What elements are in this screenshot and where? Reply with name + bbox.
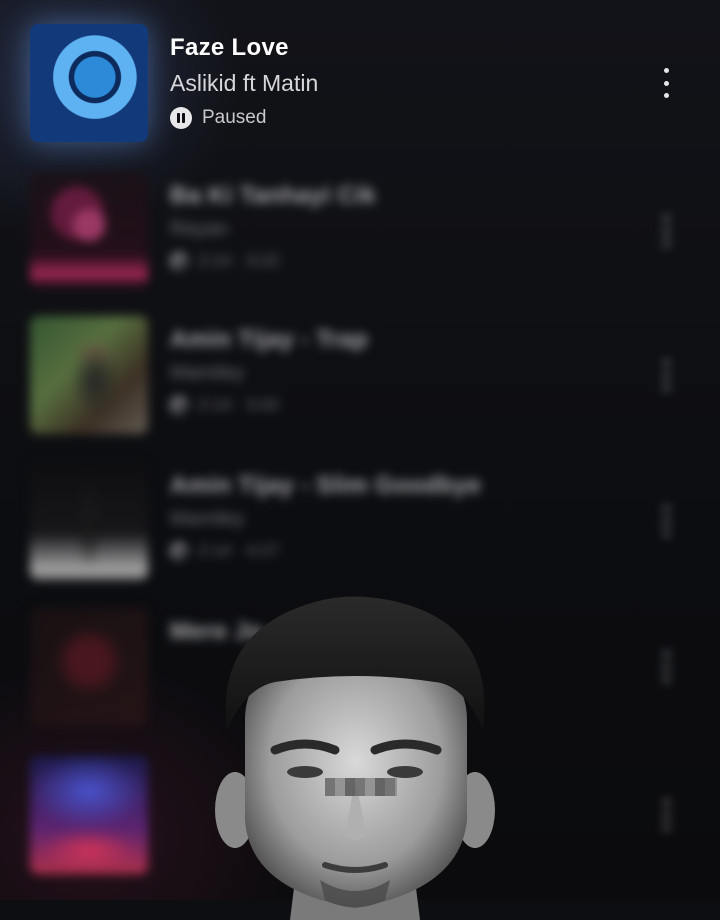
album-cover[interactable] bbox=[30, 316, 148, 434]
album-cover[interactable] bbox=[30, 24, 148, 142]
album-cover[interactable] bbox=[30, 172, 148, 290]
track-artist: Mamiley bbox=[170, 362, 245, 384]
more-vertical-icon[interactable] bbox=[662, 652, 670, 682]
album-cover[interactable] bbox=[30, 608, 148, 726]
track-meta: 2:14 · 3:42 bbox=[170, 395, 368, 415]
more-vertical-icon[interactable] bbox=[662, 68, 670, 98]
play-icon bbox=[170, 252, 188, 270]
play-icon bbox=[170, 542, 188, 560]
track-meta-text: 2:14 · 3:22 bbox=[198, 251, 280, 270]
track-artist: Reyan bbox=[170, 218, 228, 240]
album-cover[interactable] bbox=[30, 462, 148, 580]
track-meta-text: 2:14 · 4:27 bbox=[198, 541, 280, 560]
list-item[interactable]: Amin Tijay - Trap Mamiley 2:14 · 3:42 bbox=[30, 316, 690, 434]
track-title: Amin Tijay - Slim Goodbye bbox=[170, 472, 482, 499]
track-title: Amin Tijay - Trap bbox=[170, 326, 369, 353]
track-artist: Mamiley bbox=[170, 508, 245, 530]
list-item[interactable]: Amin Tijay - Slim Goodbye Mamiley 2:14 ·… bbox=[30, 462, 690, 580]
now-playing-item[interactable]: Faze Love Aslikid ft Matin Paused bbox=[30, 24, 690, 142]
portrait-overlay bbox=[215, 596, 495, 920]
censor-bar bbox=[325, 778, 397, 796]
more-vertical-icon[interactable] bbox=[662, 506, 670, 536]
more-vertical-icon[interactable] bbox=[662, 216, 670, 246]
list-item[interactable]: Ba Ki Tanhayi Cik Reyan 2:14 · 3:22 bbox=[30, 172, 690, 290]
track-title: Ba Ki Tanhayi Cik bbox=[170, 182, 377, 209]
more-vertical-icon[interactable] bbox=[662, 800, 670, 830]
pause-circle-icon bbox=[170, 107, 192, 129]
track-meta: 2:14 · 3:22 bbox=[170, 251, 376, 271]
status-label: Paused bbox=[202, 107, 267, 128]
track-meta-text: 2:14 · 3:42 bbox=[198, 395, 280, 414]
track-title: Faze Love bbox=[170, 34, 289, 61]
playback-status: Paused bbox=[170, 107, 318, 129]
track-meta: 2:14 · 4:27 bbox=[170, 541, 481, 561]
play-icon bbox=[170, 396, 188, 414]
more-vertical-icon[interactable] bbox=[662, 360, 670, 390]
track-artist: Aslikid ft Matin bbox=[170, 70, 319, 96]
album-cover[interactable] bbox=[30, 756, 148, 874]
